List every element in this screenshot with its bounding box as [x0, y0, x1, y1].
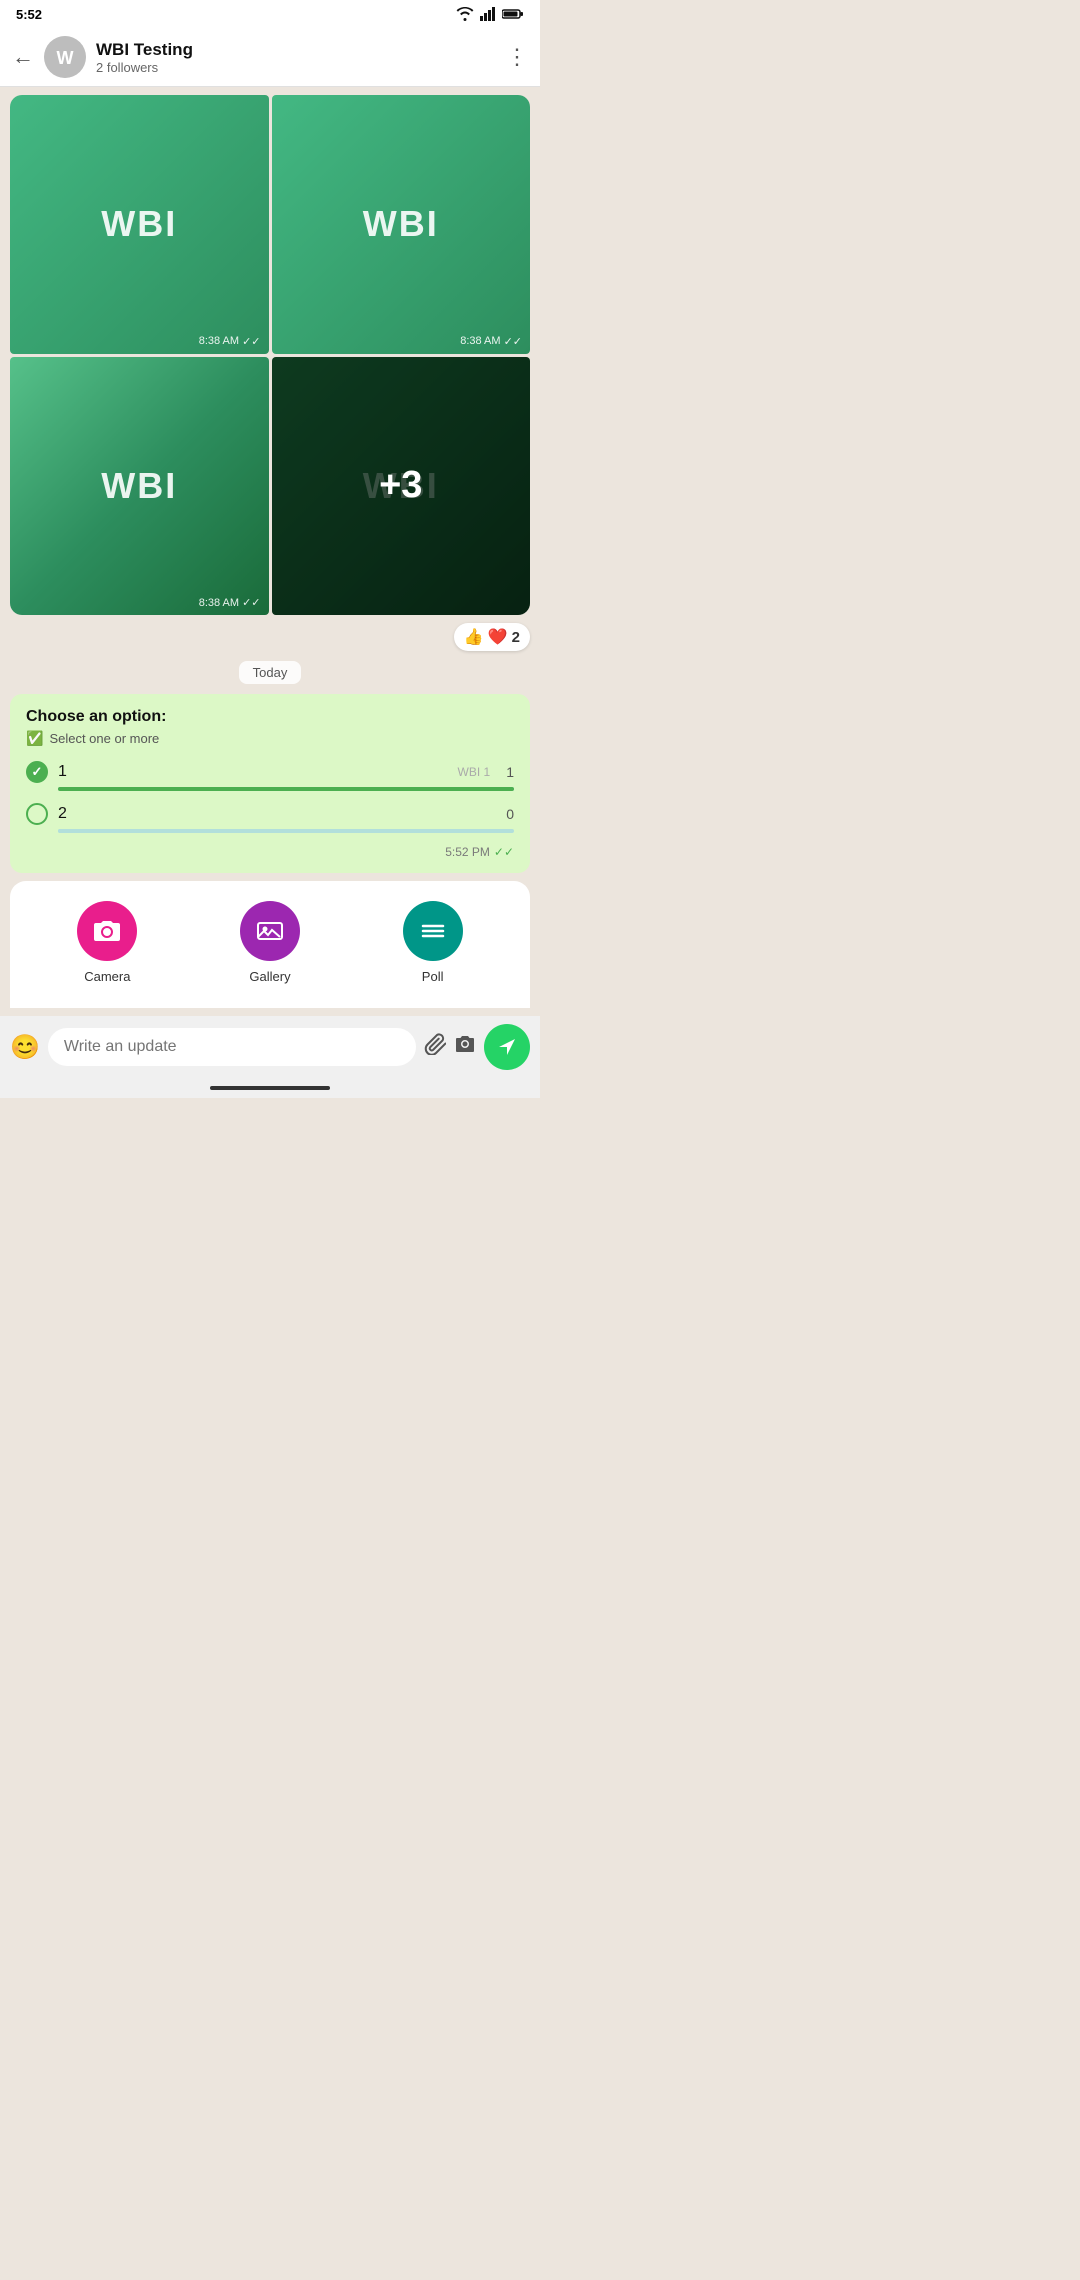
header-info: WBI Testing 2 followers: [96, 40, 496, 75]
img-time-3: 8:38 AM: [199, 597, 239, 609]
poll-card: Choose an option: ✅ Select one or more 1…: [10, 694, 530, 873]
camera-label: Camera: [84, 969, 130, 984]
back-button[interactable]: ←: [12, 44, 34, 70]
attachment-panel: Camera Gallery Poll: [10, 881, 530, 1008]
status-time: 5:52: [16, 7, 42, 22]
wbi-logo-1: WBI: [101, 203, 177, 245]
reaction-emoji-2: ❤️: [488, 627, 508, 647]
image-1[interactable]: WBI 8:38 AM ✓✓: [10, 95, 269, 354]
img-overlay-3: 8:38 AM ✓✓: [199, 596, 261, 609]
chat-area: WBI 8:38 AM ✓✓ WBI 8:38 AM ✓✓ WBI 8:38 A…: [0, 87, 540, 1016]
image-grid: WBI 8:38 AM ✓✓ WBI 8:38 AM ✓✓ WBI 8:38 A…: [10, 95, 530, 615]
send-button[interactable]: [484, 1024, 530, 1070]
poll-timestamp: 5:52 PM ✓✓: [26, 845, 514, 859]
img-overlay-2: 8:38 AM ✓✓: [460, 335, 522, 348]
wbi-bg-3: WBI: [10, 357, 269, 616]
poll-option-2[interactable]: 2 0: [26, 803, 514, 833]
img-time-2: 8:38 AM: [460, 335, 500, 347]
poll-subtitle-icon: ✅: [26, 730, 43, 747]
send-icon: [497, 1037, 517, 1057]
more-overlay: +3: [272, 357, 531, 616]
status-bar: 5:52: [0, 0, 540, 28]
check-icon-3: ✓✓: [242, 596, 260, 609]
poll-attach-icon: [403, 901, 463, 961]
poll-label: Poll: [422, 969, 444, 984]
more-count: +3: [379, 464, 422, 507]
input-bar: 😊: [0, 1016, 540, 1078]
svg-text:W: W: [57, 48, 74, 68]
reaction-emoji-1: 👍: [464, 627, 484, 647]
poll-subtitle-text: Select one or more: [49, 731, 159, 746]
reactions-badge[interactable]: 👍 ❤️ 2: [454, 623, 530, 651]
gallery-attach-icon: [240, 901, 300, 961]
poll-svg: [419, 919, 447, 943]
message-input[interactable]: [48, 1028, 416, 1066]
today-badge: Today: [239, 661, 302, 684]
avatar: W: [44, 36, 86, 78]
app-header: ← W WBI Testing 2 followers ⋮: [0, 28, 540, 87]
avatar-icon: W: [44, 36, 86, 78]
poll-title: Choose an option:: [26, 708, 514, 726]
wbi-logo-2: WBI: [363, 203, 439, 245]
gallery-label: Gallery: [249, 969, 290, 984]
home-bar: [210, 1086, 330, 1090]
poll-option-2-row: 2 0: [26, 803, 514, 825]
image-4-more[interactable]: WBI +3: [272, 357, 531, 616]
signal-icon: [480, 7, 496, 21]
reactions-row: 👍 ❤️ 2: [10, 623, 530, 651]
poll-checkmarks: ✓✓: [494, 845, 514, 859]
gallery-svg: [256, 919, 284, 943]
poll-time: 5:52 PM: [445, 845, 490, 859]
attach-camera[interactable]: Camera: [77, 901, 137, 984]
attach-gallery[interactable]: Gallery: [240, 901, 300, 984]
emoji-button[interactable]: 😊: [10, 1033, 40, 1062]
image-2[interactable]: WBI 8:38 AM ✓✓: [272, 95, 531, 354]
poll-option-1-row: 1 WBI 1 1: [26, 761, 514, 783]
poll-bar-2-bg: [58, 829, 514, 833]
poll-bar-1-fill: [58, 787, 514, 791]
channel-subtitle: 2 followers: [96, 60, 496, 75]
more-menu-button[interactable]: ⋮: [506, 44, 528, 70]
camera-attach-icon: [77, 901, 137, 961]
poll-option-1-count: 1: [506, 764, 514, 780]
img-time-1: 8:38 AM: [199, 335, 239, 347]
wbi-bg-2: WBI: [272, 95, 531, 354]
poll-bar-1-bg: [58, 787, 514, 791]
poll-subtitle-row: ✅ Select one or more: [26, 730, 514, 747]
poll-option-1-label: 1: [58, 763, 448, 781]
today-divider: Today: [10, 661, 530, 684]
attach-button[interactable]: [424, 1033, 446, 1061]
camera-svg: [93, 919, 121, 943]
poll-radio-2[interactable]: [26, 803, 48, 825]
status-icons: [456, 7, 524, 21]
poll-option-1-badge: WBI 1: [458, 765, 491, 779]
poll-bar-2-fill: [58, 829, 195, 833]
wbi-logo-3: WBI: [101, 465, 177, 507]
reactions-count: 2: [512, 629, 520, 646]
check-icon-2: ✓✓: [504, 335, 522, 348]
image-3[interactable]: WBI 8:38 AM ✓✓: [10, 357, 269, 616]
wifi-icon: [456, 7, 474, 21]
paperclip-icon: [424, 1033, 446, 1055]
poll-option-1[interactable]: 1 WBI 1 1: [26, 761, 514, 791]
wbi-bg-1: WBI: [10, 95, 269, 354]
poll-option-2-label: 2: [58, 805, 496, 823]
img-overlay-1: 8:38 AM ✓✓: [199, 335, 261, 348]
poll-radio-1[interactable]: [26, 761, 48, 783]
poll-option-2-count: 0: [506, 806, 514, 822]
check-icon-1: ✓✓: [242, 335, 260, 348]
camera-input-icon: [454, 1033, 476, 1055]
battery-icon: [502, 8, 524, 20]
attach-poll[interactable]: Poll: [403, 901, 463, 984]
channel-name: WBI Testing: [96, 40, 496, 60]
home-indicator: [0, 1078, 540, 1098]
camera-button[interactable]: [454, 1033, 476, 1061]
